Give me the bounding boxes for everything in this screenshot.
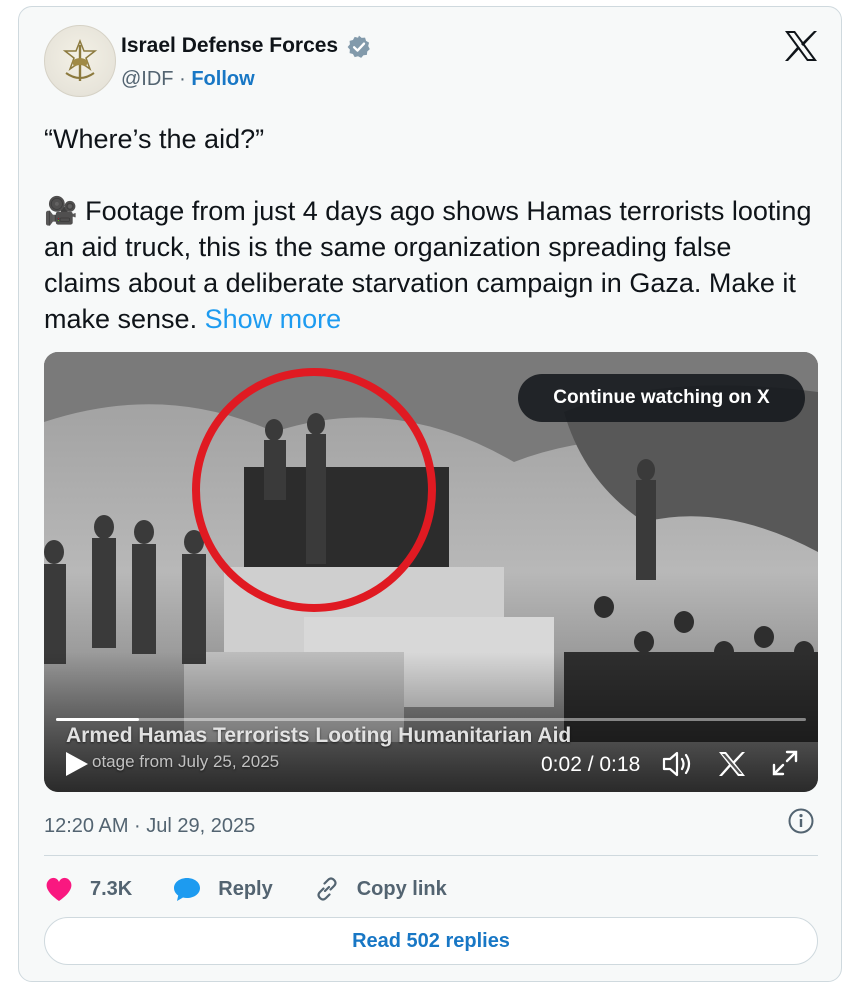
camera-emoji-icon: 🎥 [44, 196, 78, 226]
tweet-text: “Where’s the aid?” 🎥 Footage from just 4… [44, 121, 814, 337]
info-icon[interactable] [787, 807, 815, 835]
copy-link-button[interactable]: Copy link [313, 875, 447, 903]
avatar[interactable] [44, 25, 116, 97]
video-caption-title: Armed Hamas Terrorists Looting Humanitar… [66, 724, 572, 747]
action-bar: 7.3K Reply Copy link [44, 871, 487, 907]
play-icon[interactable] [64, 750, 90, 778]
tweet-timestamp[interactable]: 12:20 AM · Jul 29, 2025 [44, 815, 255, 838]
link-icon [313, 875, 341, 903]
copy-link-label: Copy link [356, 877, 447, 900]
x-logo-icon[interactable] [782, 29, 820, 63]
video-time: 0:02 / 0:18 [541, 753, 641, 776]
separator: · [179, 68, 186, 90]
volume-icon[interactable] [661, 749, 693, 779]
video-progress-fill [56, 718, 139, 721]
video-player[interactable]: Continue watching on X Armed Hamas Terro… [44, 352, 818, 792]
video-caption-subtitle: otage from July 25, 2025 [92, 752, 280, 771]
handle-row: @IDF · Follow [121, 68, 255, 91]
tweet-body-text: Footage from just 4 days ago shows Hamas… [44, 196, 812, 334]
idf-emblem-icon [62, 38, 98, 81]
tweet-body: 🎥 Footage from just 4 days ago shows Ham… [44, 193, 814, 337]
heart-icon [44, 875, 74, 903]
like-count: 7.3K [90, 877, 133, 900]
tweet-line-quote: “Where’s the aid?” [44, 124, 265, 154]
author-name[interactable]: Israel Defense Forces [121, 34, 338, 58]
verified-badge-icon [347, 35, 370, 58]
reply-label: Reply [218, 877, 273, 900]
show-more-link[interactable]: Show more [205, 304, 342, 334]
continue-watching-button[interactable]: Continue watching on X [518, 374, 805, 422]
x-logo-icon[interactable] [718, 751, 746, 777]
fullscreen-icon[interactable] [771, 749, 799, 777]
author-handle[interactable]: @IDF [121, 68, 174, 90]
like-button[interactable]: 7.3K [44, 875, 132, 903]
reply-bubble-icon [172, 875, 202, 903]
reply-button[interactable]: Reply [172, 875, 273, 903]
divider [44, 855, 818, 856]
tweet-card: Israel Defense Forces @IDF · Follow “Whe… [18, 6, 842, 982]
follow-button[interactable]: Follow [191, 68, 254, 90]
video-progress-bar[interactable] [56, 718, 806, 721]
read-replies-button[interactable]: Read 502 replies [44, 917, 818, 965]
